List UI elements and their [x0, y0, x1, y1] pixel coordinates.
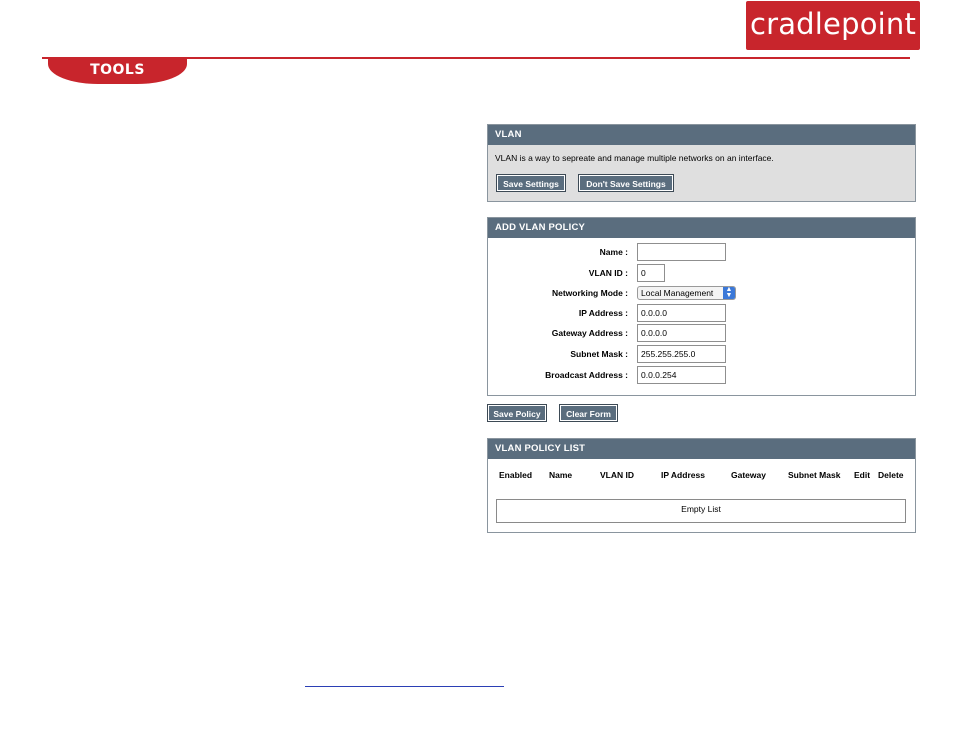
vlan-id-field[interactable] [637, 264, 665, 282]
vlan-policy-list-panel: VLAN POLICY LIST Enabled Name VLAN ID IP… [487, 438, 916, 533]
clear-form-button[interactable]: Clear Form [559, 404, 618, 422]
subnet-mask-field[interactable] [637, 345, 726, 363]
broadcast-address-label: Broadcast Address : [545, 370, 628, 380]
name-field[interactable] [637, 243, 726, 261]
networking-mode-row: Networking Mode : Local Management ▲ ▼ [488, 284, 915, 303]
ip-address-row: IP Address : [488, 304, 915, 323]
vlan-id-row: VLAN ID : [488, 264, 915, 283]
cradlepoint-logo: cradlepoint [746, 1, 920, 50]
column-edit: Edit [854, 470, 871, 480]
vlan-panel: VLAN VLAN is a way to sepreate and manag… [487, 124, 916, 202]
save-policy-button[interactable]: Save Policy [487, 404, 547, 422]
empty-list-box: Empty List [496, 499, 906, 523]
vlan-id-label: VLAN ID : [588, 268, 628, 278]
section-tab-label: TOOLS [90, 61, 145, 78]
subnet-mask-label: Subnet Mask : [570, 349, 628, 359]
column-delete: Delete [878, 470, 904, 480]
add-vlan-policy-panel: ADD VLAN POLICY Name : VLAN ID : Network… [487, 217, 916, 396]
column-ip-address: IP Address [661, 470, 705, 480]
vlan-panel-title: VLAN [488, 125, 915, 145]
dont-save-settings-button[interactable]: Don't Save Settings [578, 174, 674, 192]
broadcast-address-row: Broadcast Address : [488, 366, 915, 385]
gateway-address-field[interactable] [637, 324, 726, 342]
broadcast-address-field[interactable] [637, 366, 726, 384]
column-gateway: Gateway [731, 470, 766, 480]
vlan-policy-list-title: VLAN POLICY LIST [488, 439, 915, 459]
column-vlan-id: VLAN ID [600, 470, 634, 480]
ip-address-field[interactable] [637, 304, 726, 322]
gateway-address-label: Gateway Address : [551, 328, 628, 338]
networking-mode-label: Networking Mode : [551, 288, 628, 298]
hyperlink-underline[interactable] [305, 686, 504, 687]
save-settings-button[interactable]: Save Settings [496, 174, 566, 192]
gateway-address-row: Gateway Address : [488, 324, 915, 343]
column-name: Name [549, 470, 573, 480]
column-enabled: Enabled [499, 470, 533, 480]
ip-address-label: IP Address : [578, 308, 628, 318]
networking-mode-value: Local Management [641, 288, 714, 298]
subnet-mask-row: Subnet Mask : [488, 345, 915, 364]
column-subnet-mask: Subnet Mask [788, 470, 841, 480]
vlan-description: VLAN is a way to sepreate and manage mul… [495, 153, 774, 163]
add-vlan-policy-title: ADD VLAN POLICY [488, 218, 915, 238]
brand-name: cradlepoint [749, 6, 917, 41]
networking-mode-select[interactable]: Local Management ▲ ▼ [637, 286, 736, 300]
name-row: Name : [488, 243, 915, 262]
select-arrows-icon: ▲ ▼ [723, 286, 735, 299]
policy-list-header: Enabled Name VLAN ID IP Address Gateway … [488, 470, 915, 482]
name-label: Name : [599, 247, 628, 257]
section-tab-tools: TOOLS [48, 57, 187, 84]
